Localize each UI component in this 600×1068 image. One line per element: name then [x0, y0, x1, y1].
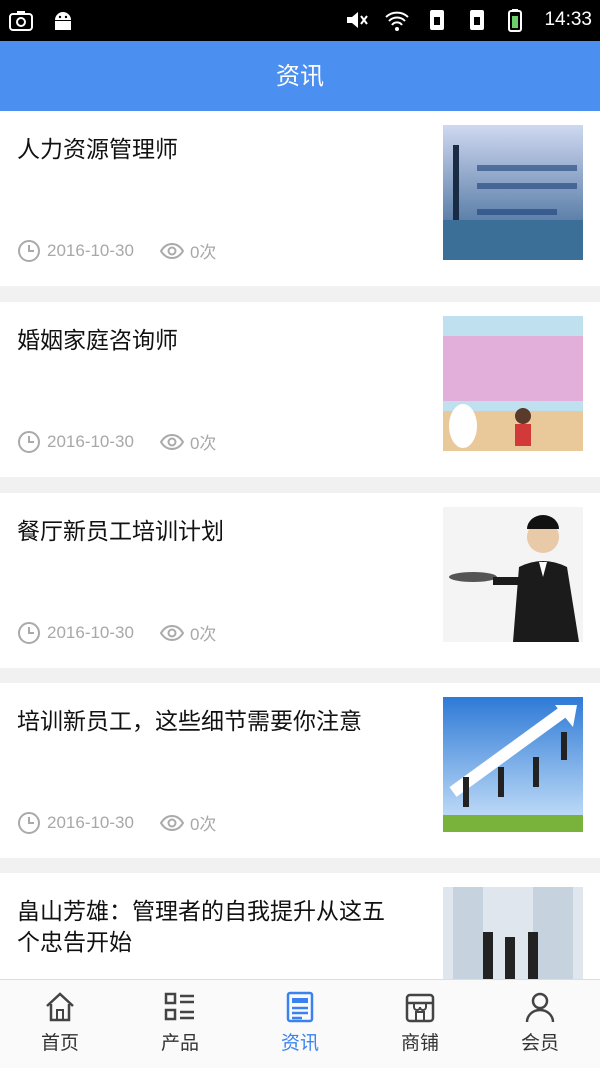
tab-shop[interactable]: 商铺: [360, 980, 480, 1068]
article-meta: 2016-10-30 0次: [17, 810, 216, 835]
tab-news[interactable]: 资讯: [240, 980, 360, 1068]
tab-member[interactable]: 会员: [480, 980, 600, 1068]
article-meta: 2016-10-30 0次: [17, 238, 216, 263]
article-title: 婚姻家庭咨询师: [17, 328, 178, 354]
bottom-tab-bar: 首页 产品 资讯 商铺 会员: [0, 979, 600, 1068]
news-icon: [286, 991, 314, 1023]
article-views: 0次: [189, 434, 217, 453]
article-views: 0次: [189, 815, 217, 834]
article-meta: 2016-10-30 0次: [17, 620, 216, 645]
android-icon: [55, 12, 71, 30]
home-icon: [46, 992, 74, 1022]
article-date: 2016-10-30: [47, 240, 134, 260]
article-card[interactable]: 培训新员工，这些细节需要你注意 2016-10-30 0次: [0, 683, 600, 858]
shop-icon: [405, 993, 435, 1023]
article-card[interactable]: 人力资源管理师 2016-10-30 0次: [0, 111, 600, 286]
article-title: 餐厅新员工培训计划: [17, 519, 224, 545]
list-icon: [164, 992, 194, 1021]
article-thumbnail[interactable]: [443, 697, 583, 832]
tab-label: 资讯: [280, 1032, 319, 1054]
battery-icon: [508, 9, 523, 32]
article-thumbnail[interactable]: [443, 507, 583, 642]
article-card[interactable]: 餐厅新员工培训计划 2016-10-30 0次: [0, 493, 600, 668]
article-title: 人力资源管理师: [17, 137, 178, 163]
clock-icon: [18, 239, 40, 262]
article-title: 培训新员工，这些细节需要你注意: [17, 709, 362, 735]
eye-icon: [159, 242, 184, 259]
article-date: 2016-10-30: [47, 622, 134, 642]
wifi-icon: [385, 11, 410, 31]
eye-icon: [159, 814, 184, 831]
article-thumbnail[interactable]: [443, 316, 583, 451]
screenshot-icon: [9, 11, 33, 31]
eye-icon: [159, 433, 184, 450]
clock-icon: [18, 811, 40, 834]
eye-icon: [159, 624, 184, 641]
tab-label: 商铺: [400, 1032, 439, 1054]
tab-home[interactable]: 首页: [0, 980, 120, 1068]
clock-icon: [18, 430, 40, 453]
article-thumbnail[interactable]: [443, 125, 583, 260]
user-icon: [525, 992, 555, 1023]
clock-icon: [18, 621, 40, 644]
article-views: 0次: [189, 625, 217, 644]
article-date: 2016-10-30: [47, 812, 134, 832]
article-views: 0次: [189, 243, 217, 262]
status-time: 14:33: [544, 9, 592, 30]
tab-label: 首页: [40, 1032, 79, 1054]
article-meta: 2016-10-30 0次: [17, 429, 216, 454]
sim1-icon: [430, 10, 445, 30]
status-bar: 14:33: [0, 0, 600, 41]
sim2-icon: [470, 10, 485, 30]
mute-icon: [347, 12, 369, 28]
tab-label: 产品: [160, 1032, 199, 1054]
article-title: 畠山芳雄：管理者的自我提升从这五个忠告开始: [17, 899, 385, 956]
tab-label: 会员: [520, 1032, 559, 1054]
page-title: 资讯: [0, 41, 600, 111]
tab-products[interactable]: 产品: [120, 980, 240, 1068]
article-date: 2016-10-30: [47, 431, 134, 451]
article-card[interactable]: 婚姻家庭咨询师 2016-10-30 0次: [0, 302, 600, 477]
